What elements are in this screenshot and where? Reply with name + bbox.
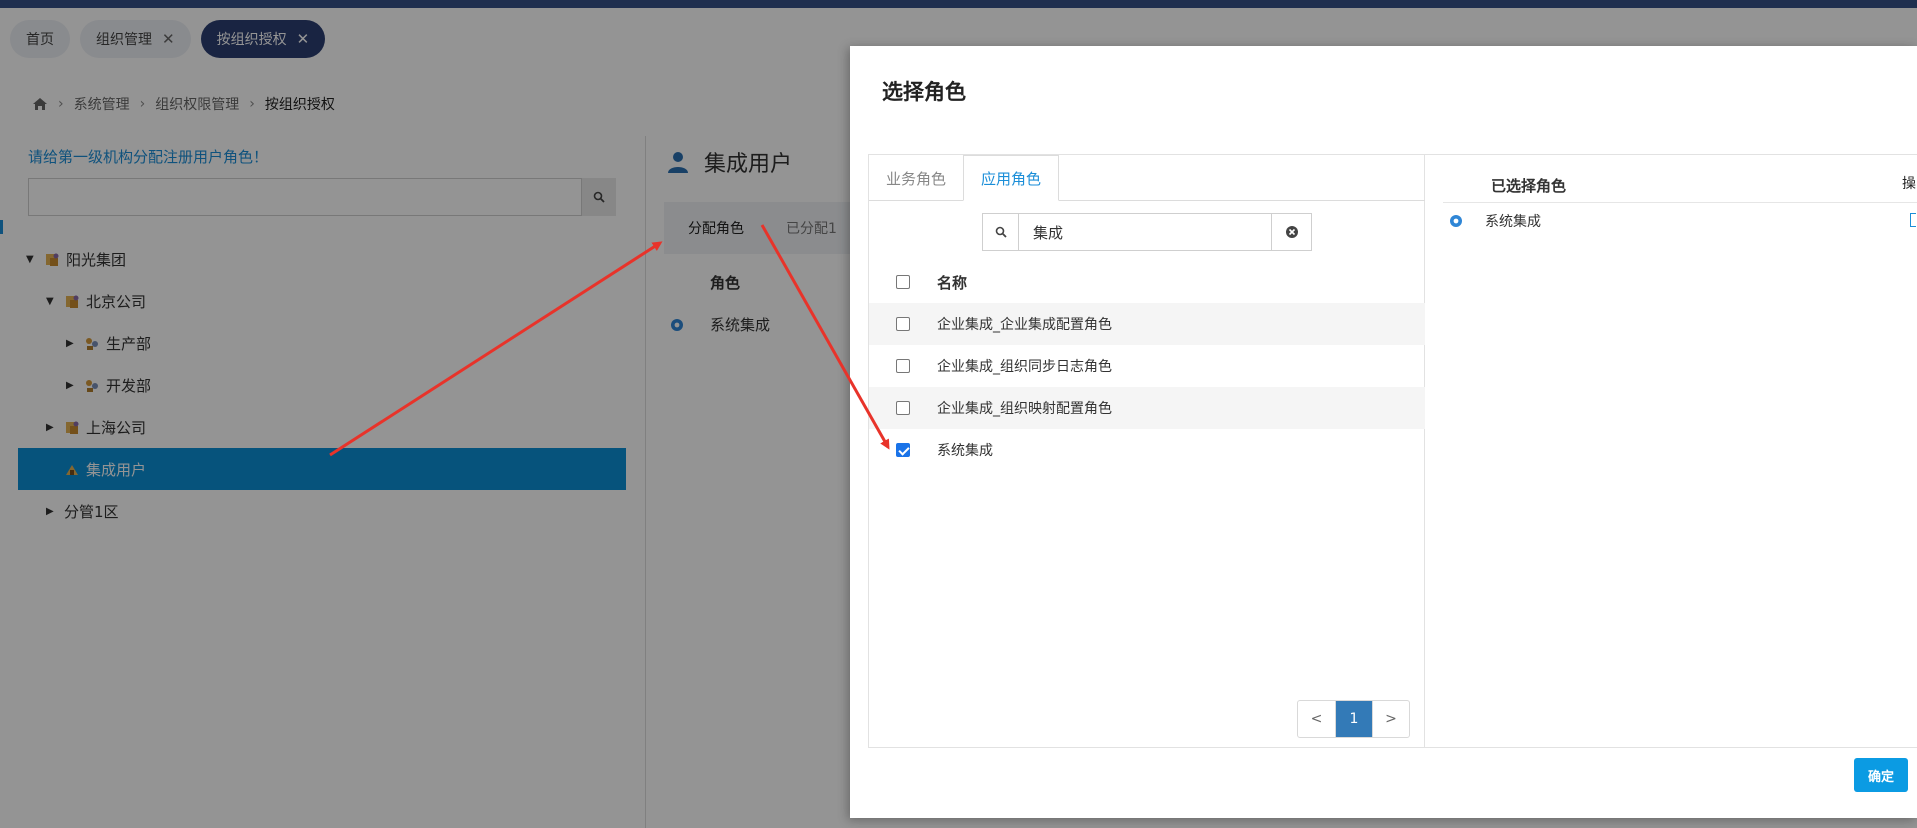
modal-title: 选择角色 bbox=[882, 80, 966, 104]
clear-button[interactable] bbox=[1271, 214, 1311, 250]
prev-page-button[interactable]: < bbox=[1298, 701, 1335, 737]
role-list-pane: 业务角色 应用角色 名称 企业集成_企业集成配置角色 bbox=[869, 155, 1425, 747]
table-row[interactable]: 企业集成_组织映射配置角色 bbox=[869, 387, 1425, 429]
action-column-header: 操 bbox=[1902, 176, 1916, 192]
selected-roles-pane: 已选择角色 操 系统集成 bbox=[1425, 155, 1917, 747]
row-checkbox[interactable] bbox=[896, 401, 910, 415]
modal-body: 业务角色 应用角色 名称 企业集成_企业集成配置角色 bbox=[868, 154, 1917, 748]
role-table: 名称 企业集成_企业集成配置角色 企业集成_组织同步日志角色 企业集成_组织映射… bbox=[869, 261, 1425, 471]
row-checkbox[interactable] bbox=[896, 317, 910, 331]
role-type-tabs: 业务角色 应用角色 bbox=[869, 155, 1425, 201]
name-column-header: 名称 bbox=[937, 273, 968, 292]
table-header-row: 名称 bbox=[869, 261, 1425, 303]
table-row[interactable]: 企业集成_组织同步日志角色 bbox=[869, 345, 1425, 387]
role-search bbox=[982, 213, 1312, 251]
tab-application-role[interactable]: 应用角色 bbox=[963, 155, 1060, 201]
select-all-checkbox[interactable] bbox=[896, 275, 910, 289]
clear-icon bbox=[1285, 226, 1298, 238]
row-checkbox[interactable] bbox=[896, 359, 910, 373]
page-number[interactable]: 1 bbox=[1335, 701, 1372, 737]
top-header-strip bbox=[0, 0, 1917, 8]
selected-roles-header: 已选择角色 bbox=[1443, 169, 1917, 203]
role-search-input[interactable] bbox=[1019, 215, 1271, 249]
select-role-modal: 选择角色 业务角色 应用角色 名称 bbox=[850, 46, 1917, 818]
table-row[interactable]: 系统集成 bbox=[869, 429, 1425, 471]
row-checkbox-checked[interactable] bbox=[896, 443, 910, 457]
delete-icon[interactable] bbox=[1910, 213, 1916, 227]
table-row[interactable]: 企业集成_企业集成配置角色 bbox=[869, 303, 1425, 345]
role-icon bbox=[1450, 215, 1462, 227]
search-icon bbox=[995, 226, 1007, 238]
tab-business-role[interactable]: 业务角色 bbox=[869, 155, 963, 201]
search-button[interactable] bbox=[983, 214, 1019, 250]
next-page-button[interactable]: > bbox=[1372, 701, 1409, 737]
confirm-button[interactable]: 确定 bbox=[1854, 758, 1908, 792]
pagination: < 1 > bbox=[1297, 700, 1410, 738]
selected-role-row: 系统集成 bbox=[1449, 211, 1541, 231]
